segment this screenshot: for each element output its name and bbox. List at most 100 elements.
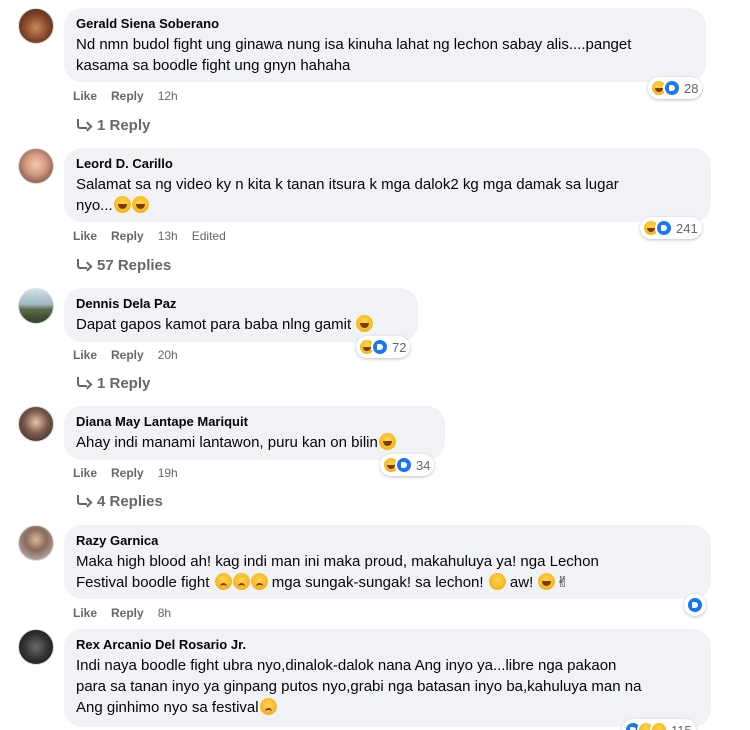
comment-text-line: Nd nmn budol fight ung ginawa nung isa k… bbox=[76, 36, 632, 53]
laughing-emoji-icon bbox=[113, 196, 131, 213]
comment-bubble: Gerald Siena Soberano Nd nmn budol fight… bbox=[64, 8, 706, 82]
like-button[interactable]: Like bbox=[73, 606, 97, 620]
like-reaction-icon bbox=[655, 219, 673, 237]
comment-author[interactable]: Diana May Lantape Mariquit bbox=[76, 414, 433, 430]
comment-text: Dapat gapos kamot para baba nlng gamit bbox=[76, 314, 406, 335]
comment-text-line: Indi naya boodle fight ubra nyo,dinalok-… bbox=[76, 657, 617, 674]
reaction-summary[interactable]: 28 bbox=[648, 77, 703, 99]
comment-text: nyo... bbox=[76, 195, 699, 216]
like-reaction-icon bbox=[686, 596, 704, 614]
comment-author[interactable]: Dennis Dela Paz bbox=[76, 296, 406, 312]
reaction-summary[interactable]: 72 bbox=[356, 336, 411, 358]
comment-text-line: Dapat gapos kamot para baba nlng gamit bbox=[76, 316, 352, 333]
comment-text: Ang ginhimo nyo sa festival bbox=[76, 697, 699, 718]
comment-text: para sa tanan inyo ya ginpang putos nyo,… bbox=[76, 676, 699, 697]
reply-button[interactable]: Reply bbox=[111, 606, 144, 620]
replies-count-label: 57 Replies bbox=[97, 257, 172, 274]
comment-text-line: Festival boodle fight bbox=[76, 574, 210, 591]
haha-reaction-icon bbox=[650, 721, 668, 730]
reaction-summary[interactable] bbox=[684, 594, 706, 616]
avatar[interactable] bbox=[18, 406, 54, 442]
comment-timestamp[interactable]: 19h bbox=[158, 466, 178, 480]
reaction-count: 241 bbox=[676, 220, 698, 236]
comment-actions: Like Reply 20h bbox=[73, 348, 192, 362]
reply-arrow-icon bbox=[76, 259, 90, 271]
comment-actions: Like Reply 13h Edited bbox=[73, 229, 240, 243]
comment-text: Ahay indi manami lantawon, puru kan on b… bbox=[76, 432, 433, 453]
reaction-count: 34 bbox=[416, 457, 431, 473]
laughing-emoji-icon bbox=[356, 315, 374, 332]
avatar[interactable] bbox=[18, 8, 54, 44]
replies-count-label: 1 Reply bbox=[97, 375, 151, 392]
reply-button[interactable]: Reply bbox=[111, 89, 144, 103]
comment-actions: Like Reply 8h bbox=[73, 606, 185, 620]
view-replies-link[interactable]: 4 Replies bbox=[76, 493, 163, 510]
like-reaction-icon bbox=[395, 456, 413, 474]
comment-bubble: Diana May Lantape Mariquit Ahay indi man… bbox=[64, 406, 445, 460]
sad-emoji-icon bbox=[250, 573, 268, 590]
comment-timestamp[interactable]: 20h bbox=[158, 348, 178, 362]
comment-bubble: Razy Garnica Maka high blood ah! kag ind… bbox=[64, 525, 711, 599]
laughing-emoji-icon bbox=[378, 433, 396, 450]
comment-text-line: kasama sa boodle fight ung gnyn hahaha bbox=[76, 57, 351, 74]
reaction-summary[interactable]: 115 bbox=[622, 719, 696, 730]
winking-emoji-icon bbox=[538, 573, 556, 590]
reply-arrow-icon bbox=[76, 119, 90, 131]
like-button[interactable]: Like bbox=[73, 229, 97, 243]
avatar[interactable] bbox=[18, 288, 54, 324]
sad-emoji-icon bbox=[214, 573, 232, 590]
comment-bubble: Dennis Dela Paz Dapat gapos kamot para b… bbox=[64, 288, 418, 342]
comment-text-line: Maka high blood ah! kag indi man ini mak… bbox=[76, 553, 599, 570]
reaction-count: 115 bbox=[671, 722, 692, 730]
comment-text: kasama sa boodle fight ung gnyn hahaha bbox=[76, 55, 694, 76]
comment-text: Festival boodle fight mga sungak-sungak!… bbox=[76, 572, 699, 593]
reaction-count: 72 bbox=[392, 339, 407, 355]
avatar[interactable] bbox=[18, 629, 54, 665]
laughing-emoji-icon bbox=[131, 196, 149, 213]
like-reaction-icon bbox=[371, 338, 389, 356]
reaction-summary[interactable]: 34 bbox=[380, 454, 435, 476]
avatar[interactable] bbox=[18, 525, 54, 561]
replies-count-label: 4 Replies bbox=[97, 493, 163, 510]
comment-text: Salamat sa ng video ky n kita k tanan it… bbox=[76, 174, 699, 195]
reply-button[interactable]: Reply bbox=[111, 348, 144, 362]
comment-timestamp[interactable]: 8h bbox=[158, 606, 171, 620]
comment-author[interactable]: Leord D. Carillo bbox=[76, 156, 699, 172]
victory-hand-icon: ✌ bbox=[556, 574, 569, 591]
avatar[interactable] bbox=[18, 148, 54, 184]
reply-button[interactable]: Reply bbox=[111, 229, 144, 243]
comment-text-line: Ahay indi manami lantawon, puru kan on b… bbox=[76, 434, 378, 451]
comment-author[interactable]: Razy Garnica bbox=[76, 533, 699, 549]
edited-label: Edited bbox=[191, 229, 226, 243]
sad-emoji-icon bbox=[232, 573, 250, 590]
comment-author[interactable]: Gerald Siena Soberano bbox=[76, 16, 694, 32]
sad-emoji-icon bbox=[259, 698, 277, 715]
comment-actions: Like Reply 19h bbox=[73, 466, 192, 480]
comment-text: Maka high blood ah! kag indi man ini mak… bbox=[76, 551, 699, 572]
comment-text-line: para sa tanan inyo ya ginpang putos nyo,… bbox=[76, 678, 642, 695]
reply-arrow-icon bbox=[76, 377, 90, 389]
reply-arrow-icon bbox=[76, 495, 90, 507]
comment-actions: Like Reply 12h bbox=[73, 89, 192, 103]
like-button[interactable]: Like bbox=[73, 348, 97, 362]
comment-text: Indi naya boodle fight ubra nyo,dinalok-… bbox=[76, 655, 699, 676]
comment-author[interactable]: Rex Arcanio Del Rosario Jr. bbox=[76, 637, 699, 653]
view-replies-link[interactable]: 1 Reply bbox=[76, 375, 150, 392]
like-button[interactable]: Like bbox=[73, 466, 97, 480]
view-replies-link[interactable]: 1 Reply bbox=[76, 117, 150, 134]
reaction-summary[interactable]: 241 bbox=[640, 217, 702, 239]
comment-text-line: Salamat sa ng video ky n kita k tanan it… bbox=[76, 176, 619, 193]
angry-emoji-icon bbox=[488, 573, 506, 590]
view-replies-link[interactable]: 57 Replies bbox=[76, 257, 171, 274]
comment-text-line: aw! bbox=[509, 574, 534, 591]
comment-text-line: mga sungak-sungak! sa lechon! bbox=[271, 574, 484, 591]
comment-timestamp[interactable]: 13h bbox=[158, 229, 178, 243]
comment-text-line: nyo... bbox=[76, 197, 113, 214]
reply-button[interactable]: Reply bbox=[111, 466, 144, 480]
like-button[interactable]: Like bbox=[73, 89, 97, 103]
comment-timestamp[interactable]: 12h bbox=[158, 89, 178, 103]
comment-bubble: Rex Arcanio Del Rosario Jr. Indi naya bo… bbox=[64, 629, 711, 727]
comment-text: Nd nmn budol fight ung ginawa nung isa k… bbox=[76, 34, 694, 55]
comment-text-line: Ang ginhimo nyo sa festival bbox=[76, 699, 259, 716]
like-reaction-icon bbox=[663, 79, 681, 97]
